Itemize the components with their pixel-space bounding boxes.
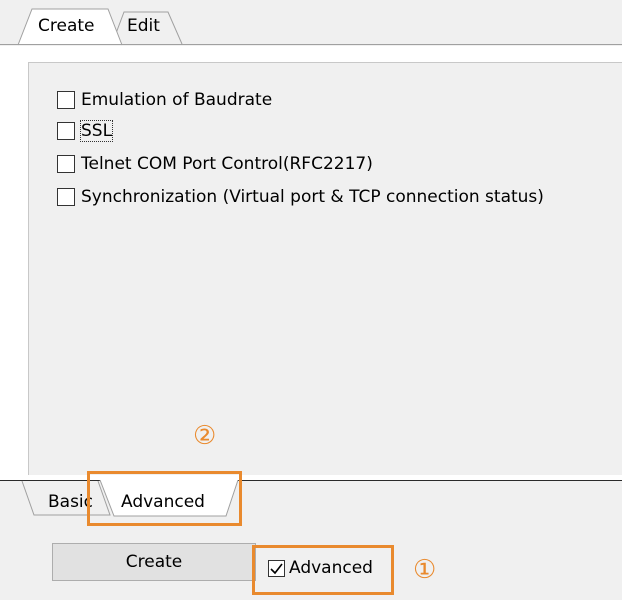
tab-create[interactable]: Create: [38, 16, 95, 36]
option-label: Emulation of Baudrate: [81, 90, 273, 110]
option-ssl[interactable]: SSL: [57, 120, 114, 142]
option-synchronization[interactable]: Synchronization (Virtual port & TCP conn…: [57, 187, 544, 207]
option-label: Synchronization (Virtual port & TCP conn…: [81, 187, 544, 207]
create-button[interactable]: Create: [52, 543, 256, 581]
checkbox[interactable]: [57, 188, 75, 206]
top-tab-underline: [0, 44, 622, 45]
highlight-advanced-tab: [87, 471, 242, 526]
highlight-advanced-checkbox: [252, 545, 394, 595]
tab-edit[interactable]: Edit: [127, 16, 160, 36]
options-panel: Emulation of Baudrate SSL Telnet COM Por…: [28, 62, 622, 475]
checkbox[interactable]: [57, 91, 75, 109]
option-label: Telnet COM Port Control(RFC2217): [81, 154, 373, 174]
option-telnet-rfc2217[interactable]: Telnet COM Port Control(RFC2217): [57, 154, 373, 174]
checkbox[interactable]: [57, 122, 75, 140]
callout-two: ②: [193, 421, 217, 451]
checkbox[interactable]: [57, 155, 75, 173]
option-emulation-baudrate[interactable]: Emulation of Baudrate: [57, 90, 272, 110]
option-label: SSL: [79, 120, 114, 142]
callout-one: ①: [413, 555, 437, 585]
